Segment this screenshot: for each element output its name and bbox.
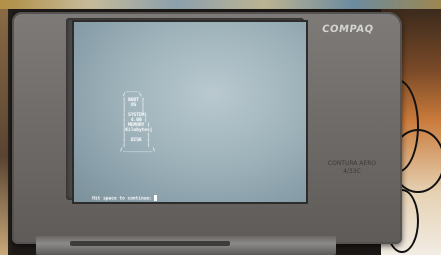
model-label: CONTURA AERO 4/33C — [327, 160, 377, 175]
brand-logo: COMPAQ — [321, 24, 375, 35]
lcd-screen: _____ / \ | BOOT | | OS | | | | SYSTEM| … — [72, 20, 308, 204]
photo-scene: _____ / \ | BOOT | | OS | | | | SYSTEM| … — [0, 0, 441, 255]
background-objects-top — [0, 0, 441, 9]
background-left-edge — [0, 9, 8, 255]
screen-prompt: Hit space to continue: — [76, 190, 157, 202]
cursor-block — [153, 195, 157, 201]
screen-ascii-art: _____ / \ | BOOT | | OS | | | | SYSTEM| … — [120, 88, 156, 153]
screen-prompt-text: Hit space to continue: — [92, 196, 152, 202]
hinge-slot — [70, 241, 230, 246]
